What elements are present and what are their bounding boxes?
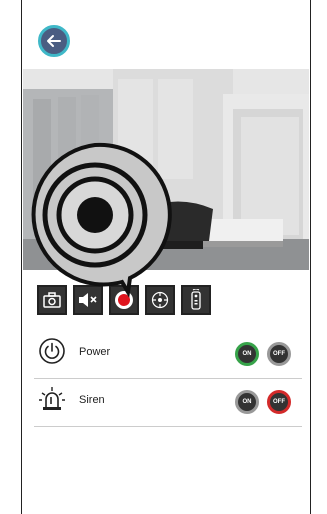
power-off-button[interactable]: OFF <box>267 342 291 366</box>
remote-icon <box>191 289 201 310</box>
power-on-button[interactable]: ON <box>235 342 259 366</box>
app-frame: Power ON OFF Siren ON OFF <box>21 0 311 514</box>
siren-off-label: OFF <box>273 399 285 405</box>
power-icon <box>39 338 65 364</box>
siren-label: Siren <box>79 394 105 406</box>
back-button[interactable] <box>38 25 70 57</box>
siren-on-button[interactable]: ON <box>235 390 259 414</box>
siren-icon <box>39 387 65 410</box>
arrow-left-icon <box>47 35 61 47</box>
siren-row: Siren ON OFF <box>34 378 302 427</box>
power-row: Power ON OFF <box>34 330 302 379</box>
power-off-label: OFF <box>273 351 285 357</box>
remote-button[interactable] <box>181 285 211 315</box>
siren-off-button[interactable]: OFF <box>267 390 291 414</box>
power-on-label: ON <box>242 351 252 357</box>
power-label: Power <box>79 346 111 358</box>
siren-on-label: ON <box>242 399 252 405</box>
record-callout-bubble <box>31 142 172 298</box>
